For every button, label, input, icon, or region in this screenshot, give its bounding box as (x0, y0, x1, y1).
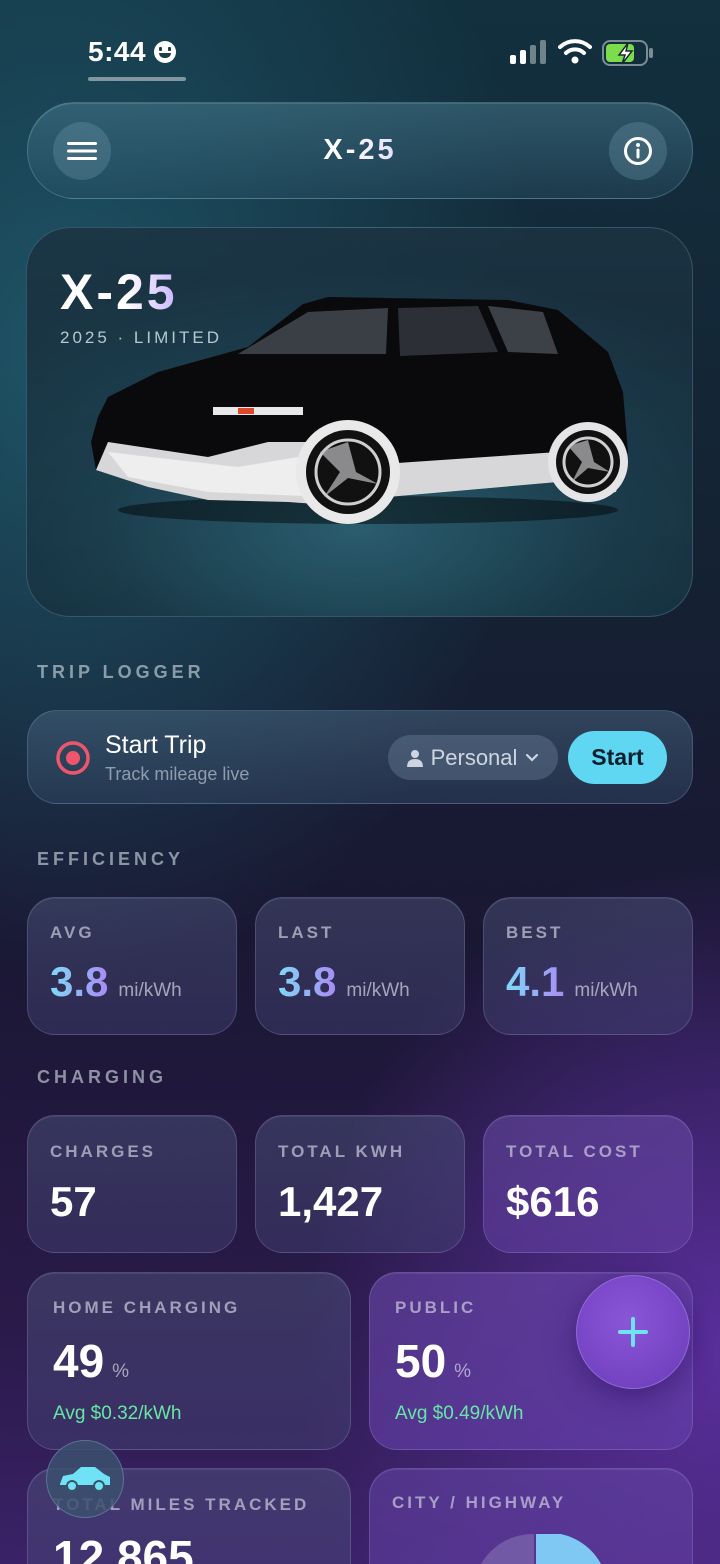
battery-charging-icon (602, 40, 653, 66)
add-charge-button[interactable] (576, 1275, 690, 1389)
charges-value: 57 (50, 1178, 97, 1225)
car-icon (60, 1467, 110, 1492)
total-cost-value: $616 (506, 1178, 600, 1225)
home-charging-unit: % (112, 1361, 130, 1382)
home-charging-value-row: 49 % (53, 1334, 129, 1388)
charges-label: CHARGES (50, 1142, 157, 1161)
miles-tracked-value: 12,865 (53, 1531, 194, 1564)
total-kwh-value: 1,427 (278, 1178, 384, 1225)
cellular-signal-icon (510, 40, 546, 64)
menu-button[interactable] (53, 122, 111, 180)
home-charging-label: HOME CHARGING (53, 1298, 241, 1317)
public-charging-value: 50 (395, 1335, 447, 1387)
public-charging-label: PUBLIC (395, 1298, 477, 1317)
city-highway-label: CITY / HIGHWAY (392, 1493, 567, 1512)
efficiency-card-label: AVG (50, 923, 95, 942)
efficiency-unit: mi/kWh (346, 980, 410, 1001)
trip-title: Start Trip (105, 731, 207, 759)
vehicle-model: X-25 (60, 264, 178, 320)
chevron-down-icon (526, 753, 539, 762)
home-charging-avg: Avg $0.32/kWh (53, 1403, 182, 1424)
person-icon (406, 749, 423, 767)
vehicle-trim: 2025 · LIMITED (60, 328, 222, 347)
wifi-icon (558, 39, 592, 64)
page-title: X-25 (260, 134, 460, 167)
efficiency-label: EFFICIENCY (37, 849, 185, 869)
public-charging-avg: Avg $0.49/kWh (395, 1403, 524, 1424)
trip-subtitle: Track mileage live (105, 764, 250, 784)
trip-type-value: Personal (430, 744, 518, 770)
efficiency-unit: mi/kWh (118, 980, 182, 1001)
info-button[interactable] (609, 122, 667, 180)
start-trip-button[interactable]: Start (568, 731, 667, 784)
plus-icon (618, 1317, 648, 1347)
city-highway-donut (481, 1534, 601, 1564)
time-text: 5:44 (88, 36, 147, 67)
public-charging-value-row: 50 % (395, 1334, 471, 1388)
status-time: 5:44 (88, 36, 177, 68)
record-icon (56, 741, 90, 775)
total-kwh-label: TOTAL KWH (278, 1142, 406, 1161)
efficiency-value: 3.8 (278, 958, 337, 1005)
public-charging-unit: % (454, 1361, 472, 1382)
efficiency-unit: mi/kWh (574, 980, 638, 1001)
home-charging-value: 49 (53, 1335, 105, 1387)
info-icon (624, 137, 652, 165)
efficiency-value-row: 4.1 mi/kWh (506, 958, 638, 1006)
efficiency-value: 3.8 (50, 958, 109, 1005)
trip-type-dropdown[interactable]: Personal (388, 735, 558, 780)
efficiency-card-label: BEST (506, 923, 564, 942)
hamburger-icon (67, 142, 97, 160)
total-cost-label: TOTAL COST (506, 1142, 643, 1161)
charging-label: CHARGING (37, 1067, 167, 1087)
time-underline (88, 77, 186, 81)
efficiency-value-row: 3.8 mi/kWh (278, 958, 410, 1006)
efficiency-value: 4.1 (506, 958, 565, 1005)
focus-smiley-icon (154, 41, 177, 63)
efficiency-card-label: LAST (278, 923, 335, 942)
efficiency-value-row: 3.8 mi/kWh (50, 958, 182, 1006)
trip-logger-label: TRIP LOGGER (37, 662, 205, 682)
vehicle-switcher-button[interactable] (46, 1440, 124, 1518)
